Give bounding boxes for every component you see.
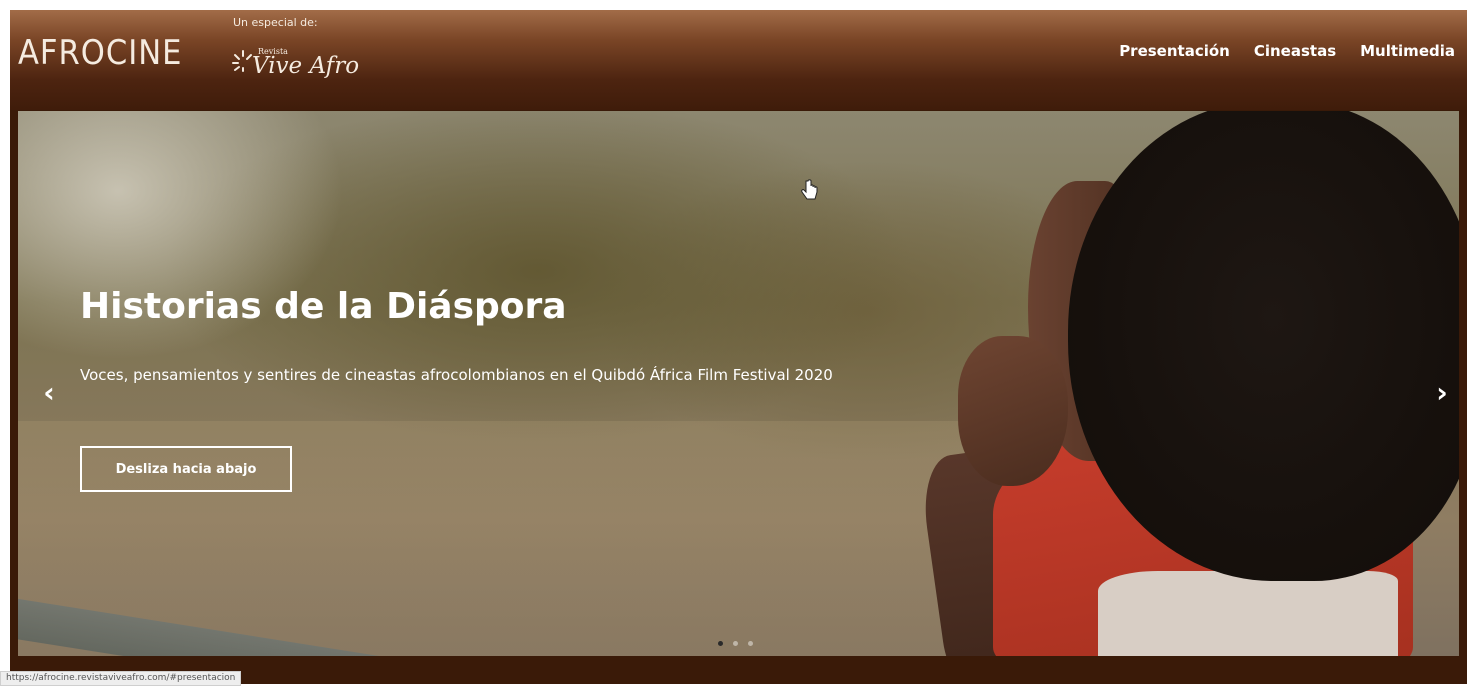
especial-label: Un especial de: — [233, 16, 318, 29]
main-nav: Presentación Cineastas Multimedia — [1107, 36, 1467, 66]
hero-title: Historias de la Diáspora — [80, 286, 567, 327]
carousel-indicators — [718, 641, 753, 646]
hero-person-undershirt — [1098, 571, 1398, 656]
carousel-dot-1[interactable] — [718, 641, 723, 646]
carousel-dot-3[interactable] — [748, 641, 753, 646]
hero-person-hand — [958, 336, 1068, 486]
chevron-left-icon: ‹ — [43, 376, 55, 409]
hero-carousel: Historias de la Diáspora Voces, pensamie… — [18, 111, 1459, 656]
logo-text: AFROCINE — [18, 33, 183, 73]
sun-icon — [232, 50, 252, 72]
hero-subtitle: Voces, pensamientos y sentires de cineas… — [80, 366, 833, 384]
site-header: AFROCINE Un especial de: Revista Vive Af… — [10, 10, 1467, 110]
page-frame: AFROCINE Un especial de: Revista Vive Af… — [10, 10, 1467, 684]
nav-multimedia[interactable]: Multimedia — [1348, 36, 1467, 66]
vive-afro-logo[interactable]: Revista Vive Afro — [232, 43, 362, 83]
nav-presentacion[interactable]: Presentación — [1107, 36, 1242, 66]
scroll-down-button[interactable]: Desliza hacia abajo — [80, 446, 292, 492]
carousel-prev-button[interactable]: ‹ — [34, 373, 64, 413]
nav-cineastas[interactable]: Cineastas — [1242, 36, 1348, 66]
carousel-dot-2[interactable] — [733, 641, 738, 646]
partner-name: Vive Afro — [252, 53, 360, 79]
carousel-next-button[interactable]: › — [1427, 373, 1457, 413]
hand-cursor-icon — [801, 179, 818, 200]
chevron-right-icon: › — [1436, 376, 1448, 409]
